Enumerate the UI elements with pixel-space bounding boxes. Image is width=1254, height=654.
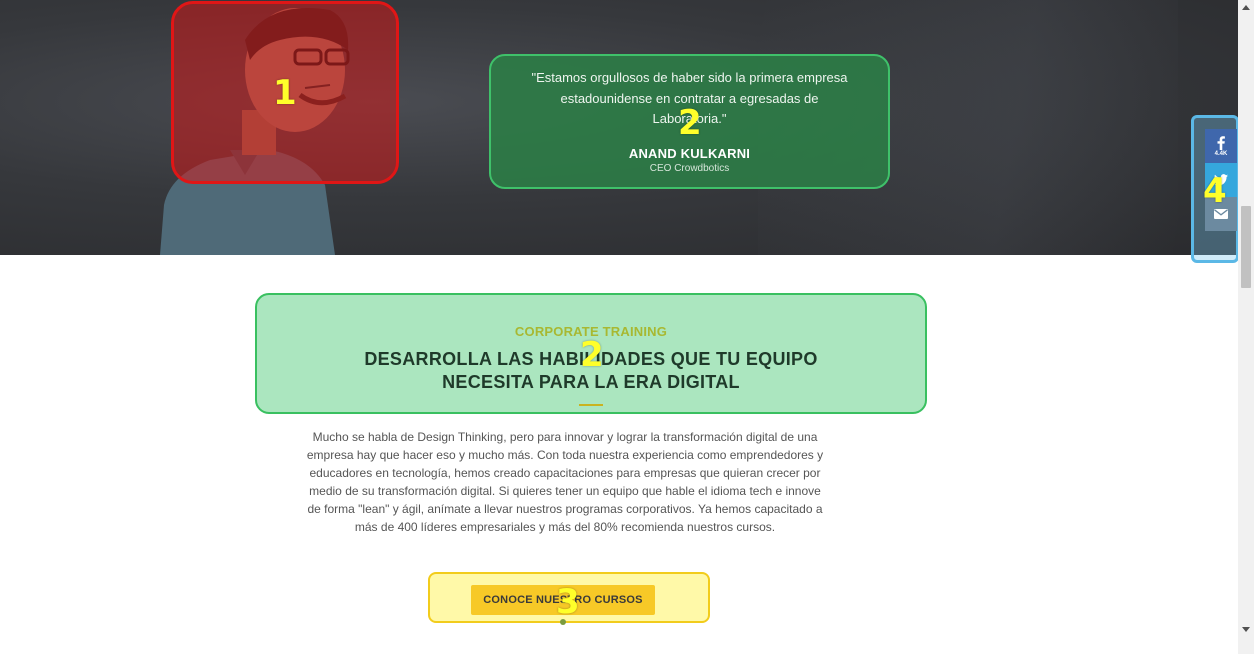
scrollbar-thumb[interactable] bbox=[1241, 206, 1251, 288]
facebook-share-button[interactable]: 4.4K bbox=[1205, 129, 1237, 163]
testimonial-author: ANAND KULKARNI bbox=[628, 145, 751, 161]
headline-divider bbox=[579, 404, 603, 406]
vertical-scrollbar[interactable] bbox=[1238, 0, 1254, 654]
facebook-share-count: 4.4K bbox=[1214, 150, 1228, 157]
annotation-marker-quote: 2 bbox=[678, 103, 702, 143]
facebook-icon bbox=[1217, 135, 1225, 150]
annotation-marker-share: 4 bbox=[1203, 171, 1227, 211]
annotation-marker-cta: 3 bbox=[556, 582, 580, 622]
scroll-up-arrow-icon[interactable] bbox=[1238, 0, 1254, 14]
scroll-down-arrow-icon[interactable] bbox=[1238, 622, 1254, 636]
corporate-description: Mucho se habla de Design Thinking, pero … bbox=[306, 430, 824, 534]
testimonial-role: CEO Crowdbotics bbox=[649, 162, 730, 174]
annotation-marker-corporate: 2 bbox=[580, 335, 604, 375]
annotation-marker-photo: 1 bbox=[273, 73, 297, 113]
